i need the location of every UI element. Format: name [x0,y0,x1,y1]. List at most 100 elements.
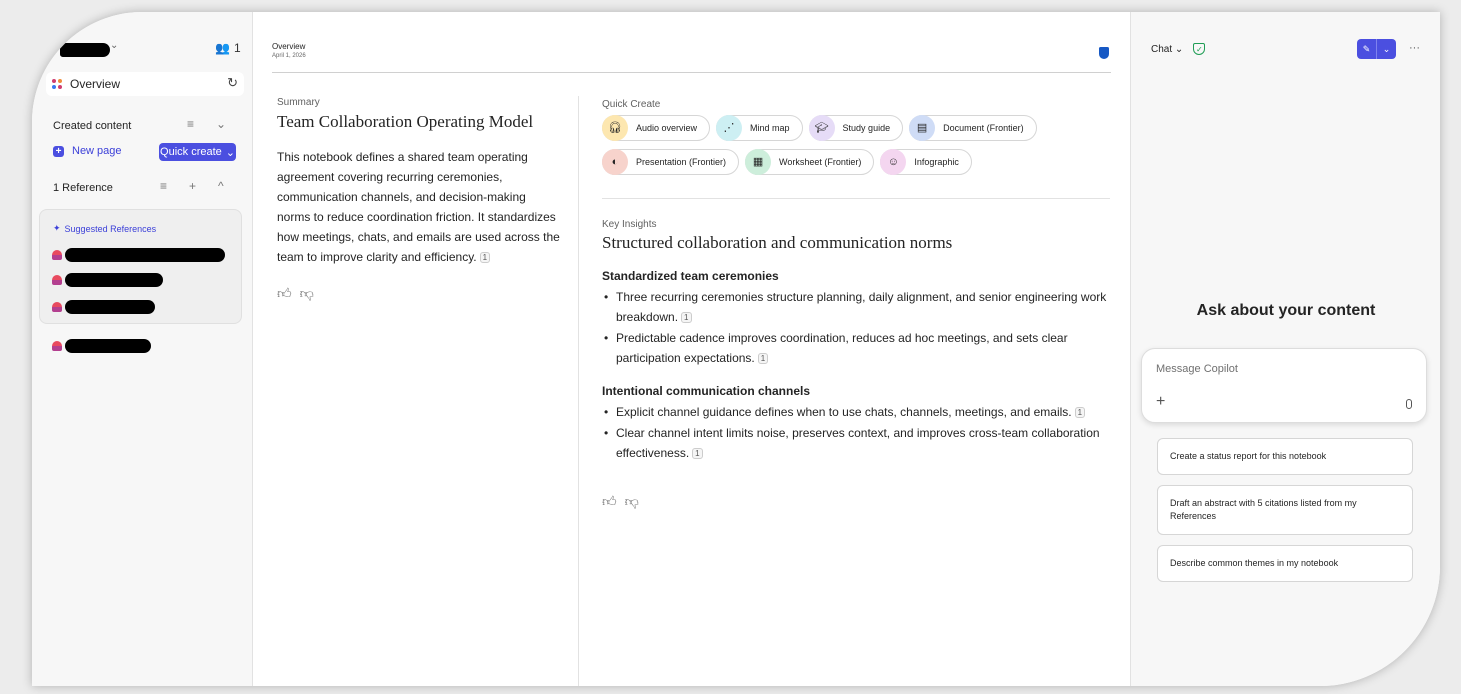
quick-create-chip[interactable]: 🎧︎ Audio overview [602,114,711,141]
chevron-down-icon[interactable]: ⌄ [110,40,118,51]
more-options-icon[interactable]: ··· [1409,42,1420,54]
shield-icon[interactable] [1099,47,1109,59]
insight-bullet: Explicit channel guidance defines when t… [602,402,1112,422]
sidebar-item-label: Overview [70,77,121,91]
summary-body: This notebook defines a shared team oper… [277,147,562,267]
page-title: Overview [272,42,306,51]
insight-heading: Standardized team ceremonies [602,269,779,283]
suggested-reference-item[interactable] [52,273,163,287]
notebook-name-redacted[interactable] [60,43,110,57]
thumbs-down-icon[interactable]: 👎︎ [625,493,639,510]
graduation-cap-icon: 🎓︎ [808,114,835,141]
chevron-down-icon[interactable]: ⌄ [1377,39,1396,59]
infographic-icon: ☺ [880,148,907,175]
mind-map-icon: ⋰ [716,114,743,141]
citation-badge[interactable]: 1 [479,252,491,264]
new-page-label: New page [72,145,122,157]
thumbs-down-icon[interactable]: 👎︎ [300,285,314,302]
sparkle-icon: ✦ [53,223,61,233]
citation-badge[interactable]: 1 [1074,407,1086,419]
add-attachment-icon[interactable]: + [1156,393,1165,411]
app-window: ⌄ 👥 1 Overview ↻ Created content ≡ ⌄ + N… [32,12,1440,686]
word-doc-icon: ▤ [909,114,936,141]
filter-icon[interactable]: ≡ [187,117,194,131]
chevron-down-icon[interactable]: ⌄ [216,117,226,131]
quick-create-chip-label: Study guide [842,123,891,133]
reference-icon [52,341,62,351]
shield-check-icon[interactable]: ✓ [1193,43,1206,55]
quick-create-chip[interactable]: 🎓︎ Study guide [808,114,904,141]
share-count: 1 [233,41,241,55]
reference-item[interactable] [52,339,151,353]
summary-section: Summary Team Collaboration Operating Mod… [277,97,562,302]
sidebar: ⌄ 👥 1 Overview ↻ Created content ≡ ⌄ + N… [32,12,253,686]
thumbs-up-icon[interactable]: 👍︎ [602,493,617,510]
quick-create-chip-label: Worksheet (Frontier) [779,157,862,167]
redacted-reference-title [65,273,163,287]
summary-text: This notebook defines a shared team oper… [277,150,560,264]
references-actions: ≡ + ^ [160,179,224,193]
suggested-prompt[interactable]: Create a status report for this notebook [1157,438,1413,475]
powerpoint-icon: ◐ [602,148,628,175]
page-date: April 1, 2026 [272,53,306,59]
suggested-references-card: ✦ Suggested References [39,209,242,324]
refresh-icon[interactable]: ↻ [227,75,238,91]
chat-mode-label: Chat [1151,43,1173,55]
header-divider [272,72,1111,73]
quick-create-chip[interactable]: ☺ Infographic [880,148,972,175]
suggested-prompt[interactable]: Draft an abstract with 5 citations liste… [1157,485,1413,535]
quick-create-chip[interactable]: ▤ Document (Frontier) [909,114,1037,141]
message-input[interactable]: Message Copilot [1156,363,1238,375]
insight-text: Clear channel intent limits noise, prese… [616,426,1100,460]
page-header: Overview April 1, 2026 [272,42,306,59]
quick-create-chip[interactable]: ▦ Worksheet (Frontier) [745,148,875,175]
compose-icon[interactable]: ✎ [1357,39,1377,59]
quick-create-label: Quick Create [602,99,661,110]
insight-text: Explicit channel guidance defines when t… [616,405,1072,419]
quick-create-chip-label: Document (Frontier) [943,123,1024,133]
screenshot-frame: ⌄ 👥 1 Overview ↻ Created content ≡ ⌄ + N… [0,0,1461,694]
summary-label: Summary [277,97,320,108]
quick-create-chip-label: Audio overview [636,123,698,133]
quick-create-chips: 🎧︎ Audio overview ⋰ Mind map 🎓︎ Study guide ▤ D… [602,114,1112,175]
suggested-references-label: Suggested References [64,223,157,234]
reference-icon [52,250,62,260]
share-button[interactable]: 👥 1 [215,41,241,55]
sidebar-item-overview[interactable]: Overview ↻ [46,72,244,96]
new-page-button[interactable]: + New page [53,145,122,157]
citation-badge[interactable]: 1 [692,448,703,460]
insight-bullet: Three recurring ceremonies structure pla… [602,287,1112,327]
summary-feedback: 👍︎ 👎︎ [277,285,562,302]
chat-header: Chat ⌄ ✓ [1151,43,1206,55]
redacted-reference-title [65,339,151,353]
suggested-prompt[interactable]: Describe common themes in my notebook [1157,545,1413,582]
quick-create-chip[interactable]: ⋰ Mind map [716,114,803,141]
quick-create-chip[interactable]: ◐ Presentation (Frontier) [602,148,740,175]
insight-heading: Intentional communication channels [602,384,811,398]
summary-title: Team Collaboration Operating Model [277,112,534,131]
suggested-reference-item[interactable] [52,248,225,262]
quick-create-button[interactable]: Quick create ⌄ [159,143,236,161]
chat-pane: Chat ⌄ ✓ ✎ ⌄ ··· Ask about your content … [1130,12,1440,686]
reference-icon [52,302,62,312]
filter-icon[interactable]: ≡ [160,179,167,193]
suggested-references-header: ✦ Suggested References [53,223,156,234]
insight-text: Predictable cadence improves coordinatio… [616,331,1068,365]
quick-create-section: Quick Create 🎧︎ Audio overview ⋰ Mind map 🎓︎… [602,99,1112,175]
key-insights-section: Key Insights Structured collaboration an… [602,219,1112,510]
new-chat-button[interactable]: ✎ ⌄ [1357,39,1396,59]
column-divider [578,96,579,686]
citation-badge[interactable]: 1 [681,312,692,324]
insight-bullet: Clear channel intent limits noise, prese… [602,423,1112,463]
microphone-icon[interactable] [1406,399,1412,409]
chat-mode-dropdown[interactable]: Chat ⌄ [1151,44,1183,55]
citation-badge[interactable]: 1 [757,353,769,365]
headphones-icon: 🎧︎ [602,114,628,141]
thumbs-up-icon[interactable]: 👍︎ [277,285,292,302]
suggested-reference-item[interactable] [52,300,155,314]
section-divider [602,198,1110,199]
quick-create-chip-label: Mind map [750,123,790,133]
chevron-up-icon[interactable]: ^ [218,179,224,193]
add-icon[interactable]: + [189,179,196,193]
message-composer[interactable]: Message Copilot + [1141,348,1427,423]
